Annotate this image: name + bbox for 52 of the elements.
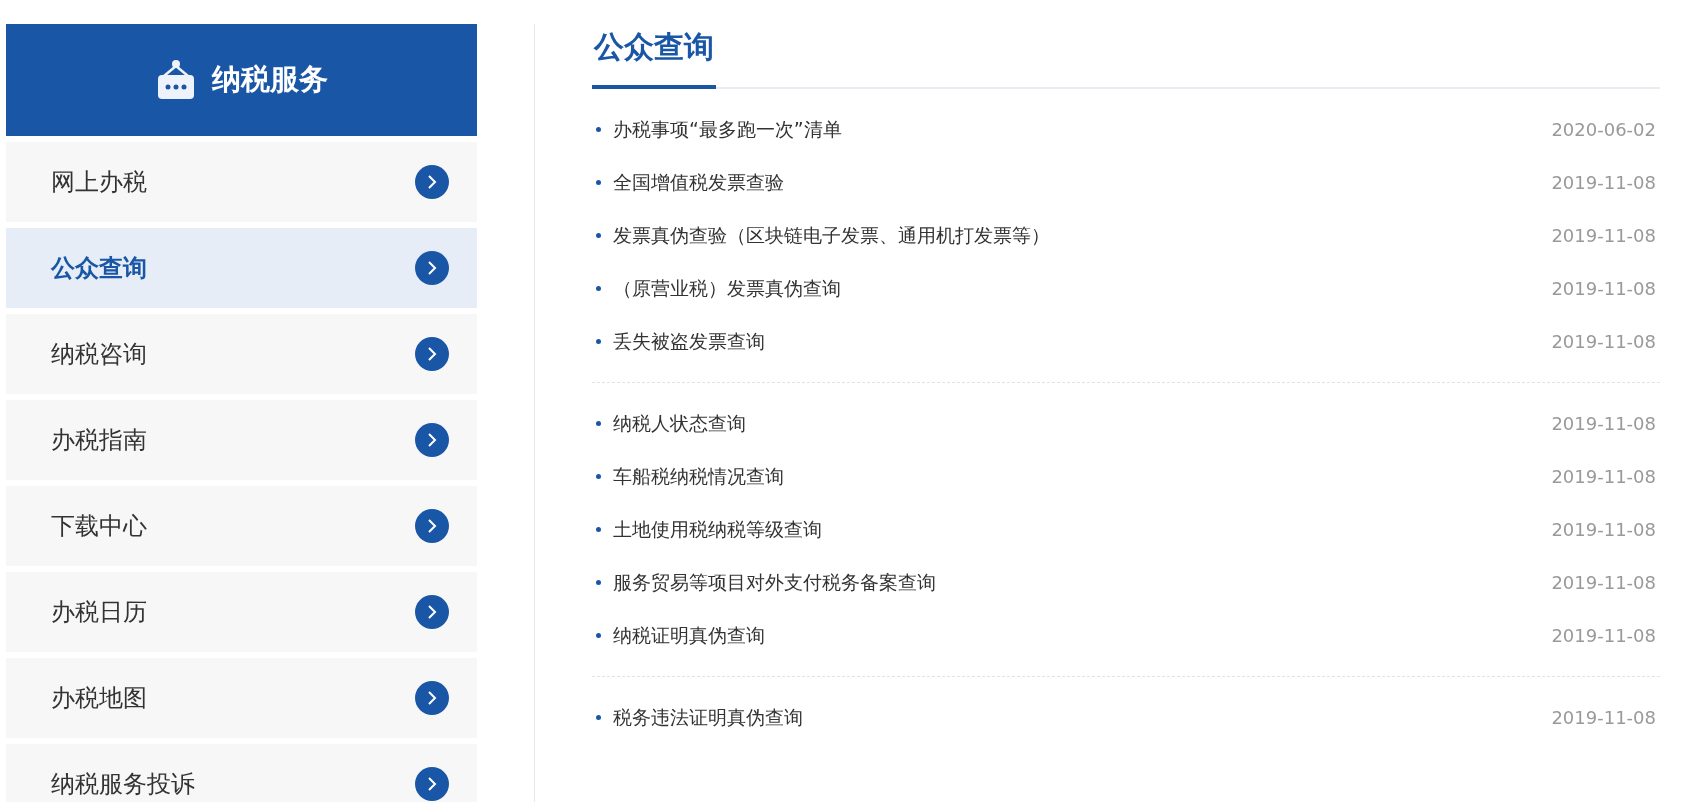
sidebar-title: 纳税服务 xyxy=(211,61,328,99)
date-text: 2019-11-08 xyxy=(1551,412,1656,436)
bullet-icon xyxy=(596,286,601,291)
bullet-icon xyxy=(596,527,601,532)
query-link[interactable]: 车船税纳税情况查询 xyxy=(613,462,1552,491)
sign-icon xyxy=(155,60,196,100)
query-link[interactable]: （原营业税）发票真伪查询 xyxy=(613,274,1552,303)
sidebar-menu-item[interactable]: 纳税服务投诉 xyxy=(6,744,477,802)
date-text: 2019-11-08 xyxy=(1551,277,1656,301)
chevron-right-icon xyxy=(415,337,449,371)
query-link[interactable]: 办税事项“最多跑一次”清单 xyxy=(613,115,1552,144)
bullet-icon xyxy=(596,421,601,426)
query-link[interactable]: 发票真伪查验（区块链电子发票、通用机打发票等） xyxy=(613,221,1552,250)
chevron-right-icon xyxy=(415,681,449,715)
query-link[interactable]: 服务贸易等项目对外支付税务备案查询 xyxy=(613,568,1552,597)
query-link[interactable]: 丢失被盗发票查询 xyxy=(613,327,1552,356)
sidebar-menu-item[interactable]: 办税地图 xyxy=(6,658,477,738)
chevron-right-icon xyxy=(415,251,449,285)
date-text: 2019-11-08 xyxy=(1551,171,1656,195)
bullet-icon xyxy=(596,339,601,344)
bullet-icon xyxy=(596,127,601,132)
page-title: 公众查询 xyxy=(592,24,716,89)
query-link[interactable]: 全国增值税发票查验 xyxy=(613,168,1552,197)
query-link[interactable]: 土地使用税纳税等级查询 xyxy=(613,515,1552,544)
chevron-right-icon xyxy=(415,165,449,199)
sidebar-menu-item[interactable]: 下载中心 xyxy=(6,486,477,566)
date-text: 2019-11-08 xyxy=(1551,571,1656,595)
date-text: 2019-11-08 xyxy=(1551,706,1656,730)
date-text: 2019-11-08 xyxy=(1551,465,1656,489)
bullet-icon xyxy=(596,180,601,185)
sidebar-menu-item[interactable]: 网上办税 xyxy=(6,142,477,222)
date-text: 2020-06-02 xyxy=(1551,118,1656,142)
date-text: 2019-11-08 xyxy=(1551,518,1656,542)
chevron-right-icon xyxy=(415,595,449,629)
bullet-icon xyxy=(596,715,601,720)
bullet-icon xyxy=(596,580,601,585)
date-text: 2019-11-08 xyxy=(1551,330,1656,354)
sidebar-menu-item[interactable]: 办税指南 xyxy=(6,400,477,480)
bullet-icon xyxy=(596,233,601,238)
date-text: 2019-11-08 xyxy=(1551,624,1656,648)
sidebar-menu-item[interactable]: 纳税咨询 xyxy=(6,314,477,394)
chevron-right-icon xyxy=(415,423,449,457)
query-link[interactable]: 纳税证明真伪查询 xyxy=(613,621,1552,650)
sidebar-menu-item[interactable]: 公众查询 xyxy=(6,228,477,308)
sidebar-menu-item[interactable]: 办税日历 xyxy=(6,572,477,652)
bullet-icon xyxy=(596,633,601,638)
query-link[interactable]: 税务违法证明真伪查询 xyxy=(613,703,1552,732)
chevron-right-icon xyxy=(415,509,449,543)
query-link[interactable]: 纳税人状态查询 xyxy=(613,409,1552,438)
date-text: 2019-11-08 xyxy=(1551,224,1656,248)
chevron-right-icon xyxy=(415,767,449,801)
bullet-icon xyxy=(596,474,601,479)
